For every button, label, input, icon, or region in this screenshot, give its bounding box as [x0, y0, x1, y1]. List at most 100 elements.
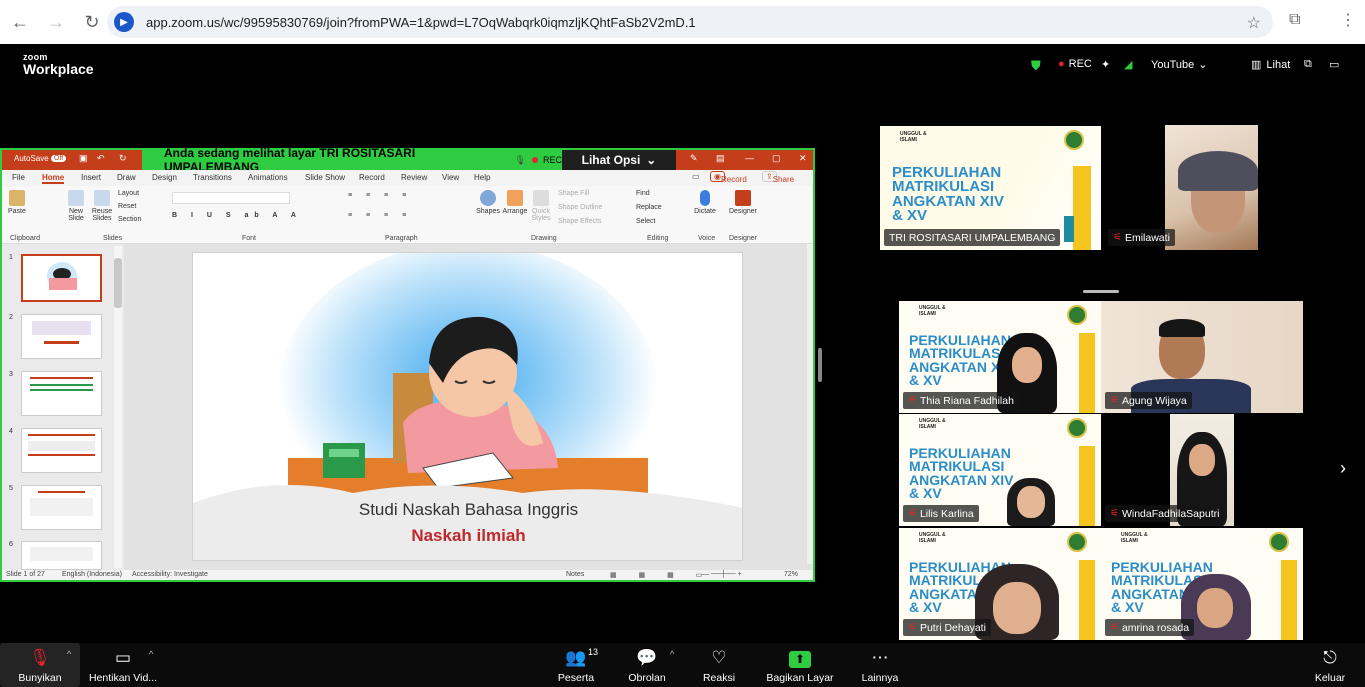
view-menu[interactable]: ▥ Lihat: [1251, 58, 1290, 72]
zoom-slider[interactable]: — ──┼── +: [702, 571, 742, 578]
record-button[interactable]: ◉ Record: [710, 171, 747, 184]
arrange-button[interactable]: Arrange: [502, 190, 528, 215]
maximize-icon[interactable]: ▢: [772, 153, 781, 164]
view-buttons[interactable]: ▦ ▦ ▦ ▭: [610, 571, 712, 579]
video-tile[interactable]: UNGGUL & ISLAMI PERKULIAHAN MATRIKULASI A…: [1101, 528, 1303, 640]
reset-button[interactable]: Reset: [118, 203, 136, 210]
slide-thumbnail[interactable]: [21, 541, 102, 570]
status-accessibility[interactable]: Accessibility: Investigate: [132, 571, 208, 578]
shared-screen[interactable]: AutoSave Off ▣ ↶ ↻ ✎ ▤ — ▢ ✕ Anda sedang…: [0, 146, 815, 582]
tab-draw[interactable]: Draw: [117, 173, 136, 182]
video-tile[interactable]: UNGGUL & ISLAMI PERKULIAHAN MATRIKULASI A…: [899, 414, 1101, 526]
redo-icon[interactable]: ↻: [119, 153, 127, 164]
thumbnail-scrollbar[interactable]: [114, 246, 122, 568]
stop-video-button[interactable]: ▭ Hentikan Vid...: [88, 643, 158, 687]
ai-companion-icon[interactable]: ✦: [1101, 58, 1110, 71]
tab-design[interactable]: Design: [152, 173, 177, 182]
video-options-caret[interactable]: ^: [149, 649, 153, 659]
audio-options-caret[interactable]: ^: [67, 649, 71, 659]
shape-effects-button[interactable]: Shape Effects: [558, 218, 601, 225]
notes-button[interactable]: Notes: [566, 571, 584, 578]
tab-animations[interactable]: Animations: [248, 173, 288, 182]
url-text[interactable]: app.zoom.us/wc/99595830769/join?fromPWA=…: [146, 15, 696, 30]
autosave-toggle[interactable]: AutoSave: [14, 154, 49, 163]
find-button[interactable]: Find: [636, 190, 650, 197]
slide-thumbnail[interactable]: [21, 485, 102, 530]
shape-fill-button[interactable]: Shape Fill: [558, 190, 589, 197]
reuse-slides-button[interactable]: Reuse Slides: [90, 190, 114, 222]
site-info-icon[interactable]: ▶: [114, 12, 134, 32]
share-button[interactable]: ⇪ Share: [762, 171, 794, 184]
status-language[interactable]: English (Indonesia): [62, 571, 122, 578]
reload-icon[interactable]: ↻: [76, 6, 108, 38]
autosave-switch[interactable]: Off: [51, 155, 67, 162]
browser-menu-icon[interactable]: ⋮: [1340, 10, 1356, 30]
extensions-icon[interactable]: ⧉: [1289, 11, 1300, 29]
next-page-icon[interactable]: ›: [1340, 458, 1346, 479]
tab-help[interactable]: Help: [474, 173, 490, 182]
slide-thumbnail[interactable]: [21, 371, 102, 416]
chat-button[interactable]: 💬 Obrolan: [624, 643, 670, 687]
tab-record[interactable]: Record: [359, 173, 385, 182]
tab-file[interactable]: File: [12, 173, 25, 182]
video-tile[interactable]: UNGGUL & ISLAMI PERKULIAHAN MATRIKULASI A…: [899, 528, 1101, 640]
paste-button[interactable]: Paste: [8, 190, 26, 215]
designer-button[interactable]: Designer: [728, 190, 758, 215]
zoom-level[interactable]: 72%: [784, 571, 798, 578]
bookmark-star-icon[interactable]: ☆: [1247, 13, 1261, 33]
security-shield-icon[interactable]: ⛊: [1031, 58, 1041, 74]
livestream-dropdown[interactable]: YouTube ⌄: [1151, 58, 1207, 72]
undo-icon[interactable]: ↶: [97, 153, 105, 164]
font-format-buttons[interactable]: B I U S ab A A: [172, 212, 302, 219]
video-tile[interactable]: ⚟ Emilawati: [1104, 125, 1258, 250]
ribbon-display-icon[interactable]: ▤: [716, 153, 725, 164]
video-tile[interactable]: UNGGUL & ISLAMI PERKULIAHAN MATRIKULASI A…: [899, 301, 1101, 413]
dictate-button[interactable]: Dictate: [692, 190, 718, 215]
chat-options-caret[interactable]: ^: [670, 649, 674, 659]
save-icon[interactable]: ▣: [79, 153, 88, 164]
quick-styles-button[interactable]: Quick Styles: [530, 190, 552, 222]
paragraph-align-buttons[interactable]: ≡ ≡ ≡ ≡: [348, 212, 412, 219]
comments-icon[interactable]: ▭: [692, 172, 700, 181]
gallery-divider-handle[interactable]: [1083, 290, 1119, 293]
tab-view[interactable]: View: [442, 173, 459, 182]
font-name-box[interactable]: [172, 192, 290, 204]
shape-outline-button[interactable]: Shape Outline: [558, 204, 602, 211]
recording-indicator[interactable]: ● REC: [1058, 58, 1092, 70]
minimize-icon[interactable]: —: [745, 153, 754, 163]
shapes-button[interactable]: Shapes: [476, 190, 500, 215]
share-screen-button[interactable]: ⬆ Bagikan Layar: [763, 643, 837, 687]
tab-insert[interactable]: Insert: [81, 173, 101, 182]
back-icon[interactable]: ←: [4, 6, 36, 38]
canvas-scrollbar[interactable]: [807, 244, 813, 564]
current-slide[interactable]: Studi Naskah Bahasa Inggris Naskah ilmia…: [192, 252, 743, 561]
section-button[interactable]: Section: [118, 216, 141, 223]
tab-slide-show[interactable]: Slide Show: [305, 173, 345, 182]
section-label: Section: [118, 216, 142, 223]
video-tile[interactable]: UNGGUL & ISLAMI PERKULIAHAN MATRIKULASI A…: [880, 126, 1101, 250]
tab-review[interactable]: Review: [401, 173, 427, 182]
leave-button[interactable]: ⎋ Keluar: [1310, 643, 1350, 687]
video-tile[interactable]: ⚟ Agung Wijaya: [1101, 301, 1303, 413]
new-slide-button[interactable]: New Slide: [64, 190, 88, 222]
layout-button[interactable]: Layout: [118, 190, 139, 197]
view-options-button[interactable]: Lihat Opsi ⌄: [562, 150, 676, 170]
close-icon[interactable]: ✕: [799, 153, 807, 164]
address-bar[interactable]: ▶ app.zoom.us/wc/99595830769/join?fromPW…: [107, 6, 1273, 38]
tab-home[interactable]: Home: [42, 173, 65, 184]
more-button[interactable]: ⋯ Lainnya: [858, 643, 902, 687]
panel-resize-handle[interactable]: [818, 348, 822, 382]
paragraph-list-buttons[interactable]: ≡ ≡ ≡ ≡: [348, 192, 412, 199]
reactions-button[interactable]: ♡ Reaksi: [699, 643, 739, 687]
slide-thumbnail[interactable]: [21, 428, 102, 473]
tab-transitions[interactable]: Transitions: [193, 173, 232, 182]
replace-button[interactable]: Replace: [636, 204, 662, 211]
fullscreen-icon[interactable]: ▭: [1329, 58, 1339, 71]
select-button[interactable]: Select: [636, 218, 655, 225]
pen-icon[interactable]: ✎: [690, 153, 698, 164]
slide-thumbnail[interactable]: [21, 314, 102, 359]
pip-icon[interactable]: ⧉: [1304, 58, 1312, 71]
slide-thumbnail[interactable]: [21, 254, 102, 302]
forward-icon[interactable]: →: [40, 6, 72, 38]
video-tile[interactable]: ⚟ WindaFadhilaSaputri: [1101, 414, 1303, 526]
